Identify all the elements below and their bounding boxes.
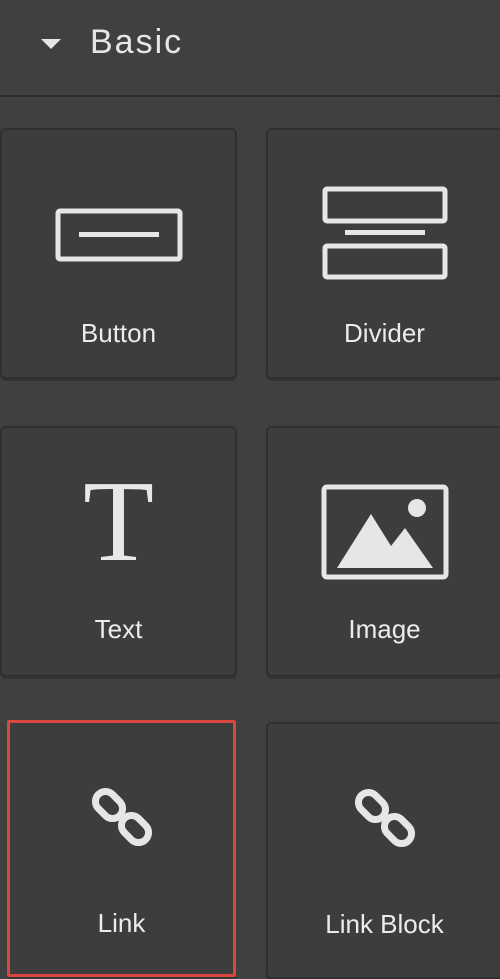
caret-down-icon[interactable]	[41, 39, 61, 49]
section-header-basic[interactable]: Basic	[0, 0, 500, 97]
section-title: Basic	[90, 23, 184, 61]
element-tile-text[interactable]: T Text	[0, 426, 237, 677]
tile-label: Link	[97, 908, 146, 938]
elements-panel: Basic Button Divider T Text Image Link L…	[0, 0, 500, 979]
element-tile-button[interactable]: Button	[0, 128, 237, 379]
element-tile-link[interactable]: Link	[7, 720, 236, 977]
tile-label: Divider	[344, 318, 425, 348]
element-tile-divider[interactable]: Divider	[266, 128, 500, 379]
tile-label: Link Block	[325, 909, 444, 939]
link-icon	[10, 785, 233, 849]
divider-icon	[268, 186, 500, 282]
text-icon: T	[83, 458, 154, 586]
element-tile-image[interactable]: Image	[266, 426, 500, 677]
tile-label: Button	[80, 318, 157, 348]
image-icon	[268, 484, 500, 580]
button-icon	[2, 208, 235, 264]
tile-label: Image	[348, 614, 421, 644]
link-block-icon	[268, 786, 500, 850]
element-tile-link-block[interactable]: Link Block	[266, 722, 500, 979]
tile-label: Text	[94, 614, 143, 644]
